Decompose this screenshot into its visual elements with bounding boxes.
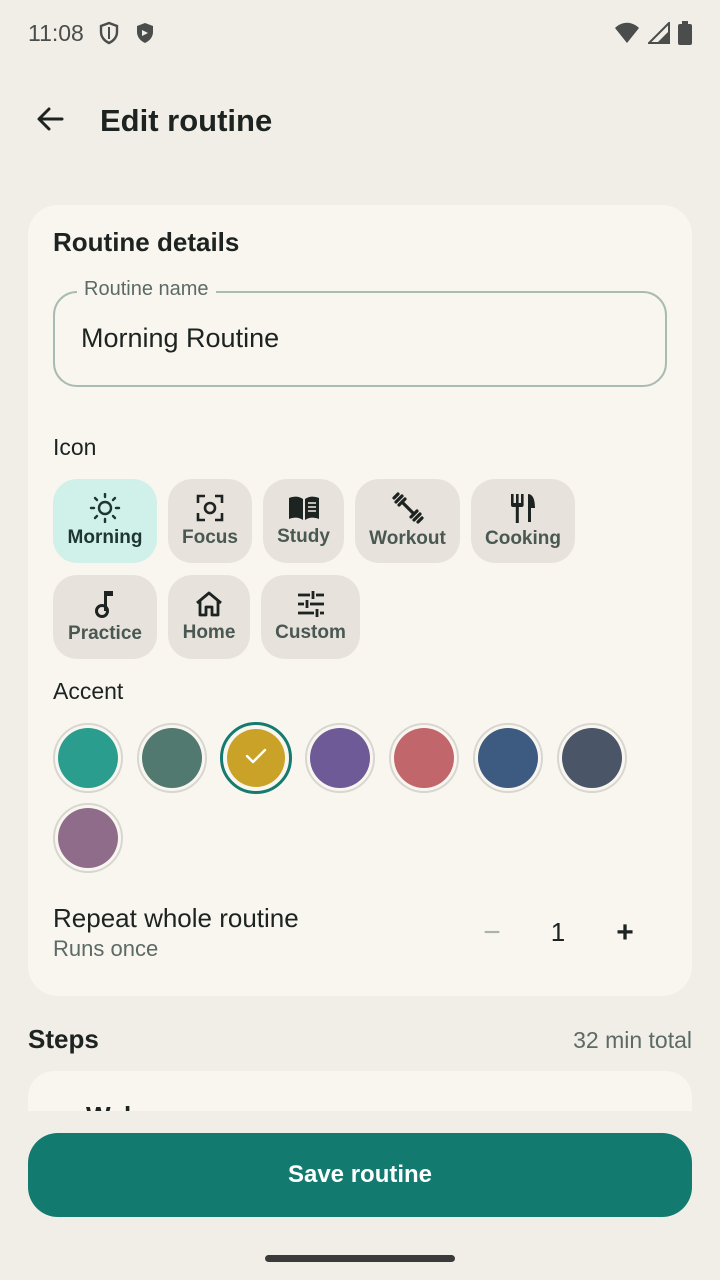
icon-chip-label: Practice [68,623,142,644]
focus-icon [195,493,225,523]
icon-chip-morning[interactable]: Morning [53,479,157,563]
sliders-icon [296,590,326,618]
dumbbell-icon [391,492,424,524]
repeat-title: Repeat whole routine [53,903,299,933]
accent-swatch-purple[interactable] [305,723,375,793]
routine-name-label: Routine name [77,278,216,301]
repeat-subtitle: Runs once [53,936,159,961]
repeat-increment-button[interactable]: + [601,909,649,957]
shield-outline-icon [98,21,120,45]
page-title: Edit routine [100,103,273,138]
icon-chip-home[interactable]: Home [168,575,250,659]
accent-swatch-gold[interactable] [220,722,292,794]
icon-chip-label: Focus [182,527,238,548]
icon-chip-focus[interactable]: Focus [168,479,252,563]
home-icon [194,590,224,618]
battery-icon [678,21,692,45]
icon-chip-label: Cooking [485,528,561,549]
icon-chip-practice[interactable]: Practice [53,575,157,659]
shield-filled-icon [134,21,156,45]
steps-total: 32 min total [573,1027,692,1053]
music-note-icon [93,589,117,619]
accent-swatch-teal[interactable] [53,723,123,793]
routine-name-field[interactable]: Routine name Morning Routine [53,278,667,387]
icon-chip-label: Morning [67,527,143,548]
icon-chip-workout[interactable]: Workout [355,479,460,563]
sun-icon [88,493,122,523]
icon-chip-label: Custom [275,622,346,643]
icon-chip-label: Study [277,526,330,547]
repeat-count: 1 [550,917,566,947]
accent-swatch-slate[interactable] [557,723,627,793]
routine-details-card: Routine details Routine name Morning Rou… [28,205,692,996]
steps-title: Steps [28,1024,99,1054]
icon-chip-label: Home [182,622,236,643]
step-card[interactable]: Wake [28,1071,692,1111]
icon-chip-cooking[interactable]: Cooking [471,479,575,563]
icon-chip-study[interactable]: Study [263,479,344,563]
step-title: Wake [86,1101,153,1111]
icon-chip-custom[interactable]: Custom [261,575,360,659]
accent-swatch-rose[interactable] [389,723,459,793]
wifi-icon [614,22,640,44]
card-title: Routine details [53,227,240,257]
back-button[interactable] [22,93,78,149]
accent-swatch-blue[interactable] [473,723,543,793]
icon-chip-label: Workout [369,528,446,549]
status-time: 11:08 [28,19,84,46]
accent-section-label: Accent [53,678,124,704]
signal-icon [648,22,670,44]
arrow-back-icon [35,104,65,139]
book-icon [287,494,321,522]
save-routine-button[interactable]: Save routine [28,1133,692,1217]
repeat-decrement-button[interactable]: − [468,909,516,957]
fork-knife-icon [508,492,538,524]
status-bar: 11:08 [0,0,720,66]
app-bar: Edit routine [0,84,720,158]
accent-swatch-mauve[interactable] [53,803,123,873]
accent-swatch-sage[interactable] [137,723,207,793]
icon-section-label: Icon [53,434,97,460]
routine-name-input[interactable]: Morning Routine [81,323,279,354]
check-icon [245,747,267,770]
gesture-handle [265,1255,455,1262]
